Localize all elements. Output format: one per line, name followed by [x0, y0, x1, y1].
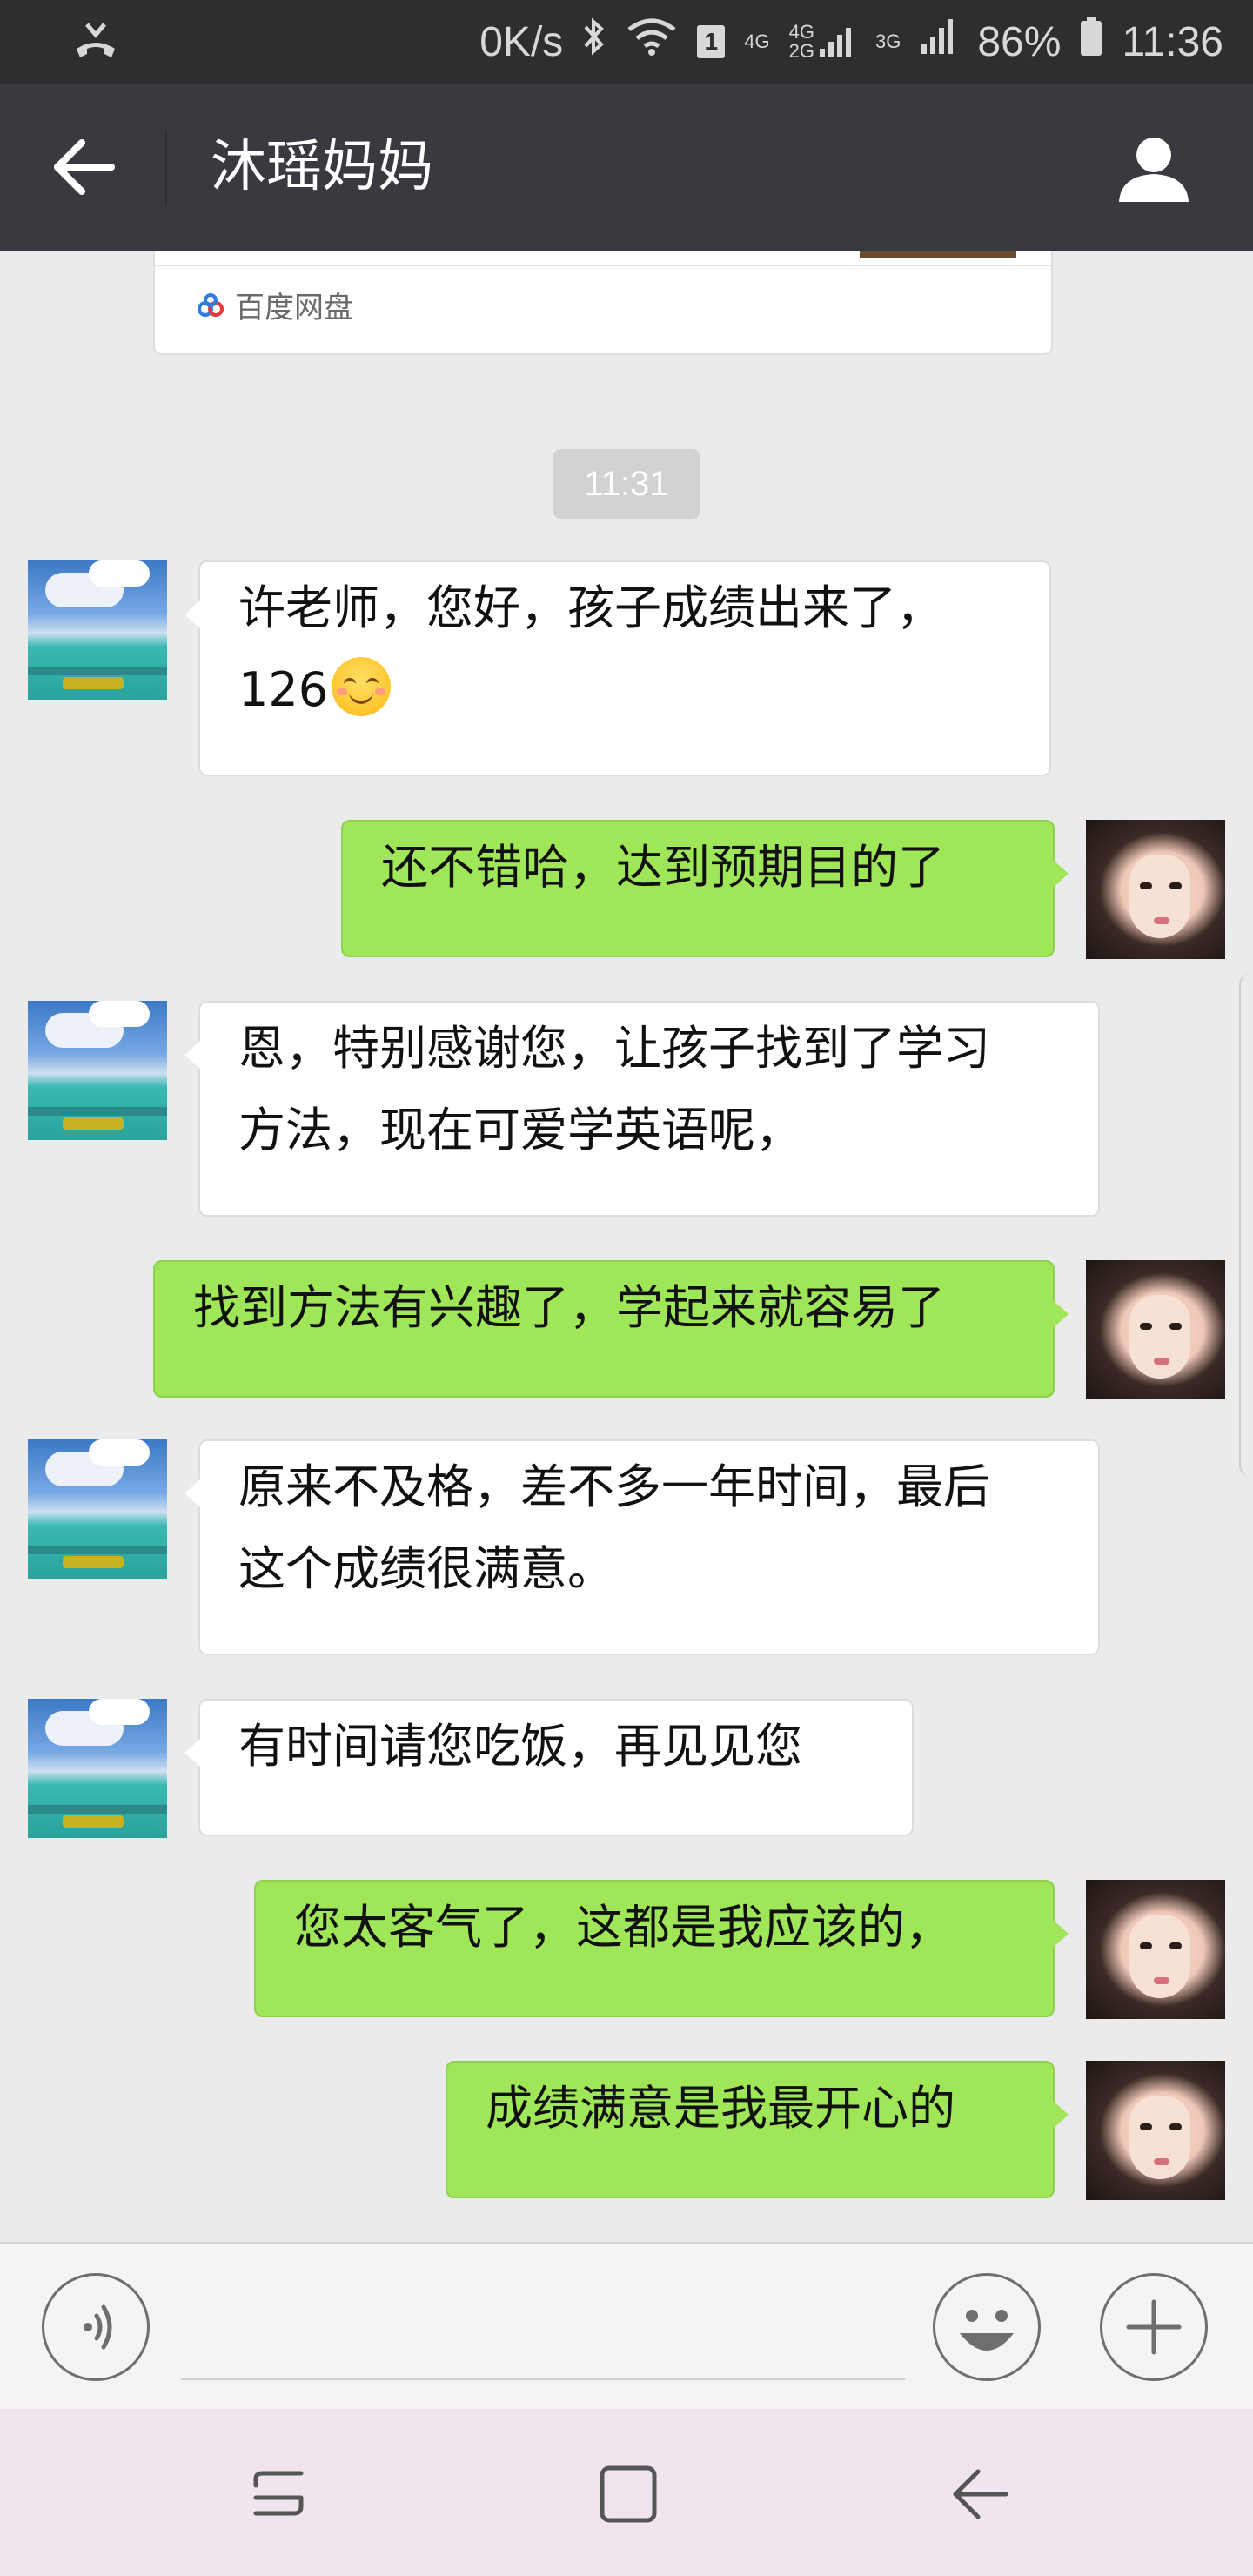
avatar[interactable]	[28, 1699, 167, 1838]
message-text-line: 126	[238, 662, 329, 717]
message-text-line: 恩，特别感谢您，让孩子找到了学习	[238, 1021, 990, 1076]
bluetooth-icon	[582, 17, 606, 67]
input-bar	[0, 2242, 1253, 2409]
battery-percent: 86%	[977, 18, 1062, 65]
chat-area[interactable]: 百度网盘 11:31 许老师，您好，孩子成绩出来了， 126 还不错哈，达到预期…	[0, 251, 1253, 2242]
network-4g-label: 4G	[744, 30, 770, 52]
avatar[interactable]	[28, 1001, 167, 1140]
home-icon[interactable]	[593, 2459, 663, 2529]
wifi-icon	[626, 17, 678, 66]
message-bubble[interactable]: 许老师，您好，孩子成绩出来了， 126	[184, 560, 1051, 776]
person-icon[interactable]	[1116, 134, 1192, 204]
message-text-line: 原来不及格，差不多一年时间，最后	[238, 1459, 990, 1514]
system-nav-bar	[0, 2409, 1253, 2576]
message-input[interactable]	[181, 2378, 905, 2380]
message-text: 有时间请您吃饭，再见见您	[238, 1719, 802, 1774]
avatar[interactable]	[1086, 820, 1225, 959]
network-4g-top-label: 4G	[788, 21, 814, 43]
message-bubble[interactable]: 还不错哈，达到预期目的了	[341, 820, 1069, 957]
emoji-icon[interactable]	[933, 2273, 1041, 2381]
signal-icon	[920, 17, 958, 66]
clock: 11:36	[1122, 18, 1223, 65]
message-text-line: 这个成绩很满意。	[238, 1541, 614, 1596]
avatar[interactable]	[1086, 2061, 1225, 2200]
scroll-indicator[interactable]	[1239, 973, 1253, 1478]
message-bubble[interactable]: 有时间请您吃饭，再见见您	[184, 1699, 914, 1836]
message-bubble[interactable]: 您太客气了，这都是我应该的，	[254, 1880, 1069, 2017]
link-source-label: 百度网盘	[235, 291, 353, 325]
title-divider	[165, 131, 167, 205]
link-thumbnail	[860, 251, 1016, 258]
title-bar: 沐瑶妈妈	[0, 84, 1253, 251]
battery-icon	[1080, 17, 1102, 67]
network-speed: 0K/s	[479, 18, 564, 65]
network-2g-bottom-label: 2G	[788, 40, 814, 62]
message-text: 找到方法有兴趣了，学起来就容易了	[193, 1280, 945, 1335]
message-text-line: 许老师，您好，孩子成绩出来了，	[238, 580, 943, 635]
message-bubble[interactable]: 成绩满意是我最开心的	[446, 2061, 1069, 2198]
voice-icon[interactable]	[42, 2273, 150, 2381]
back-arrow-icon[interactable]	[50, 138, 115, 197]
link-source: 百度网盘	[197, 284, 353, 326]
message-bubble[interactable]: 原来不及格，差不多一年时间，最后 这个成绩很满意。	[184, 1439, 1100, 1655]
chat-title: 沐瑶妈妈	[211, 135, 433, 199]
link-card-divider	[155, 265, 1051, 266]
message-text: 您太客气了，这都是我应该的，	[294, 1900, 952, 1955]
message-text: 还不错哈，达到预期目的了	[381, 840, 945, 895]
avatar[interactable]	[28, 560, 167, 700]
plus-icon[interactable]	[1100, 2273, 1208, 2381]
smiling-face-emoji-icon	[332, 657, 392, 716]
call-icon	[71, 19, 120, 68]
baidu-netdisk-icon	[198, 292, 224, 317]
avatar[interactable]	[1086, 1880, 1225, 2019]
avatar[interactable]	[1086, 1260, 1225, 1399]
message-text-line: 方法，现在可爱学英语呢，	[238, 1103, 802, 1157]
shared-link-card[interactable]: 百度网盘	[153, 251, 1053, 355]
message-bubble[interactable]: 恩，特别感谢您，让孩子找到了学习 方法，现在可爱学英语呢，	[184, 1001, 1100, 1217]
nav-back-icon[interactable]	[945, 2459, 1015, 2529]
signal-bars-icon	[820, 28, 851, 57]
avatar[interactable]	[28, 1439, 167, 1579]
sim-badge: 1	[697, 25, 726, 58]
message-text: 成绩满意是我最开心的	[486, 2081, 955, 2136]
network-3g-label: 3G	[875, 30, 901, 52]
chat-timestamp: 11:31	[553, 449, 700, 519]
status-bar: 0K/s 1 4G 4G 2G 3G 86% 11:36	[0, 0, 1253, 84]
signal-4g2g: 4G 2G	[789, 23, 856, 61]
recent-apps-icon[interactable]	[244, 2459, 313, 2529]
message-bubble[interactable]: 找到方法有兴趣了，学起来就容易了	[153, 1260, 1069, 1398]
